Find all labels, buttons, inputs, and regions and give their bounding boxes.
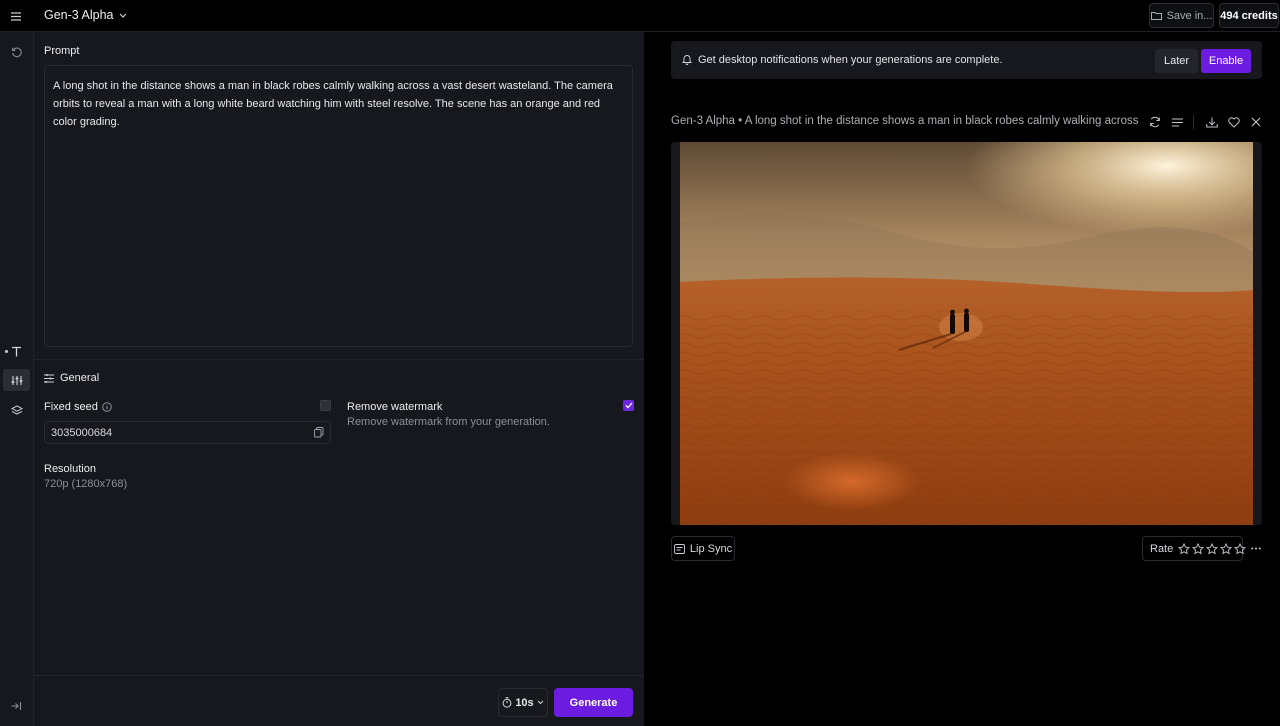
actions-divider <box>1193 115 1194 129</box>
lip-sync-button[interactable]: Lip Sync <box>671 536 735 561</box>
save-in-button[interactable]: Save in... <box>1149 3 1214 28</box>
star-icon[interactable] <box>1178 542 1191 555</box>
rate-label: Rate <box>1150 542 1174 555</box>
layers-icon[interactable] <box>3 399 30 421</box>
model-name: Gen-3 Alpha <box>44 8 114 22</box>
left-rail <box>0 32 34 726</box>
close-icon[interactable] <box>1248 114 1264 130</box>
notification-banner: Get desktop notifications when your gene… <box>671 41 1262 79</box>
history-icon[interactable] <box>3 41 30 63</box>
bell-icon <box>682 54 692 65</box>
prompt-label: Prompt <box>44 45 80 57</box>
fixed-seed-checkbox[interactable] <box>320 400 331 411</box>
seed-input[interactable]: 3035000684 <box>44 421 331 444</box>
model-selector[interactable]: Gen-3 Alpha <box>44 8 127 22</box>
info-icon[interactable] <box>102 402 112 412</box>
chevron-down-icon <box>119 13 127 18</box>
later-button[interactable]: Later <box>1155 49 1198 73</box>
sliders-icon[interactable] <box>3 369 30 391</box>
footer-divider <box>34 675 644 676</box>
fixed-seed-label-group: Fixed seed <box>44 401 112 413</box>
sliders-icon <box>44 373 54 383</box>
star-icon[interactable] <box>1192 542 1205 555</box>
star-icon[interactable] <box>1220 542 1233 555</box>
enable-button[interactable]: Enable <box>1201 49 1251 73</box>
general-section-header[interactable]: General <box>44 372 99 384</box>
generate-button[interactable]: Generate <box>554 688 633 717</box>
folder-icon <box>1150 11 1162 20</box>
resolution-label: Resolution <box>44 463 96 475</box>
download-icon[interactable] <box>1204 114 1220 130</box>
star-icon[interactable] <box>1234 542 1247 555</box>
duration-value: 10s <box>515 696 534 709</box>
settings-panel: Prompt A long shot in the distance shows… <box>34 32 644 726</box>
collapse-icon[interactable] <box>3 695 30 717</box>
refresh-icon[interactable] <box>1147 114 1163 130</box>
lip-sync-label: Lip Sync <box>689 542 733 555</box>
save-in-label: Save in... <box>1166 9 1213 22</box>
remove-watermark-checkbox[interactable] <box>623 400 634 411</box>
check-icon <box>625 402 632 409</box>
duration-selector[interactable]: 10s <box>498 688 548 717</box>
credits-badge[interactable]: 494 credits <box>1219 3 1279 28</box>
chevron-down-icon <box>537 700 544 705</box>
general-title: General <box>60 372 100 384</box>
generation-preview-frame[interactable] <box>671 142 1262 525</box>
timer-icon <box>502 697 512 708</box>
desert-scene-image <box>680 142 1253 525</box>
notification-text: Get desktop notifications when your gene… <box>698 54 1003 66</box>
list-icon[interactable] <box>1169 114 1185 130</box>
resolution-value[interactable]: 720p (1280x768) <box>44 478 127 490</box>
more-icon[interactable] <box>1248 540 1264 556</box>
top-bar: Gen-3 Alpha Save in... 494 credits <box>0 0 1280 32</box>
remove-watermark-label: Remove watermark <box>347 401 443 413</box>
prompt-textarea[interactable]: A long shot in the distance shows a man … <box>44 65 633 347</box>
remove-watermark-description: Remove watermark from your generation. <box>347 416 550 428</box>
heart-icon[interactable] <box>1226 114 1242 130</box>
rating-widget: Rate <box>1142 536 1247 561</box>
section-divider <box>34 359 644 360</box>
fixed-seed-label: Fixed seed <box>44 401 98 413</box>
copy-icon[interactable] <box>314 427 324 438</box>
generation-title: Gen-3 Alpha • A long shot in the distanc… <box>671 115 1141 127</box>
star-icon[interactable] <box>1206 542 1219 555</box>
seed-value: 3035000684 <box>51 426 113 439</box>
text-icon[interactable] <box>3 340 30 362</box>
lip-sync-icon <box>673 543 685 554</box>
hamburger-icon[interactable] <box>8 8 24 24</box>
